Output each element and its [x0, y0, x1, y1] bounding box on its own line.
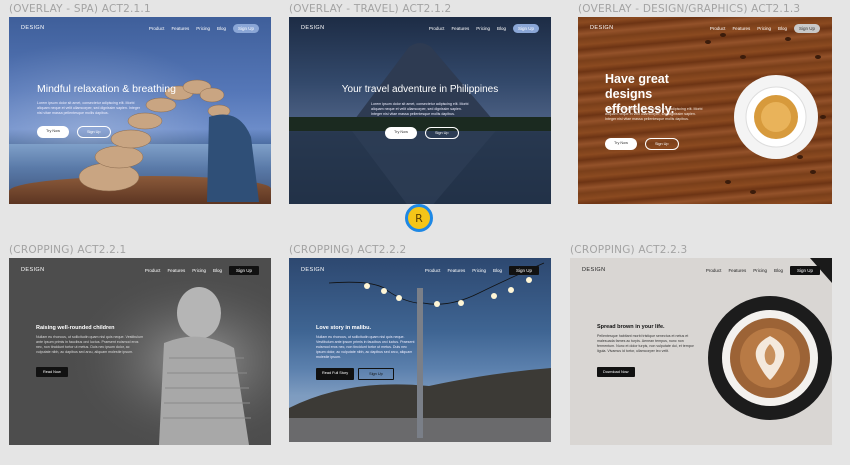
- navbar: DESIGN Product Features Pricing Blog Sig…: [570, 258, 832, 282]
- hero-buttons: Download Now: [597, 367, 635, 377]
- signup-button[interactable]: Sign Up: [793, 23, 820, 33]
- read-now-button[interactable]: Read Now: [36, 367, 68, 377]
- hero-body: Lorem ipsum dolor sit amet, consectetur …: [605, 107, 703, 121]
- user-avatar[interactable]: R: [405, 204, 433, 232]
- nav-pricing[interactable]: Pricing: [196, 26, 210, 31]
- nav-blog[interactable]: Blog: [774, 268, 783, 273]
- hero-buttons: Try Now Sign Up: [37, 126, 111, 138]
- nav-features[interactable]: Features: [167, 268, 185, 273]
- hero-body: Lorem ipsum dolor sit amet, consectetur …: [371, 102, 469, 116]
- nav-blog[interactable]: Blog: [497, 26, 506, 31]
- nav-product[interactable]: Product: [425, 268, 441, 273]
- hero-body: Nullam eu rhoncus, ut sollicitudin quam …: [316, 335, 415, 359]
- nav-product[interactable]: Product: [145, 268, 161, 273]
- logo[interactable]: DESIGN: [301, 25, 325, 31]
- hero-title: Spread brown in your life.: [597, 324, 665, 330]
- frame-design[interactable]: DESIGN Product Features Pricing Blog Sig…: [578, 17, 832, 204]
- nav-links: Product Features Pricing Blog Sign Up: [706, 265, 820, 275]
- nav-features[interactable]: Features: [451, 26, 469, 31]
- hero-title: Love story in malibu.: [316, 325, 372, 331]
- logo[interactable]: DESIGN: [301, 267, 325, 273]
- nav-blog[interactable]: Blog: [493, 268, 502, 273]
- hero-title: Raising well-rounded children: [36, 325, 115, 331]
- download-now-button[interactable]: Download Now: [597, 367, 635, 377]
- frame-label-travel[interactable]: (OVERLAY - TRAVEL) ACT2.1.2: [289, 3, 451, 15]
- nav-links: Product Features Pricing Blog Sign Up: [710, 23, 820, 33]
- nav-pricing[interactable]: Pricing: [476, 26, 490, 31]
- nav-links: Product Features Pricing Blog Sign Up: [429, 23, 539, 33]
- signup-button[interactable]: Sign Up: [789, 265, 820, 275]
- hero-buttons: Read Now: [36, 367, 68, 377]
- frame-travel[interactable]: DESIGN Product Features Pricing Blog Sig…: [289, 17, 551, 204]
- hero-buttons: Try Now Sign Up: [605, 138, 679, 150]
- frame-children[interactable]: DESIGN Product Features Pricing Blog Sig…: [9, 258, 271, 445]
- sign-up-button[interactable]: Sign Up: [358, 368, 394, 380]
- nav-pricing[interactable]: Pricing: [472, 268, 486, 273]
- nav-pricing[interactable]: Pricing: [192, 268, 206, 273]
- try-now-button[interactable]: Try Now: [605, 138, 637, 150]
- sign-up-button[interactable]: Sign Up: [425, 127, 459, 139]
- navbar: DESIGN Product Features Pricing Blog Sig…: [9, 258, 271, 282]
- hero-body: Lorem ipsum dolor sit amet, consectetur …: [37, 101, 141, 115]
- nav-blog[interactable]: Blog: [217, 26, 226, 31]
- nav-pricing[interactable]: Pricing: [757, 26, 771, 31]
- frame-label-spa[interactable]: (OVERLAY - SPA) ACT2.1.1: [9, 3, 151, 15]
- logo[interactable]: DESIGN: [21, 25, 45, 31]
- nav-features[interactable]: Features: [171, 26, 189, 31]
- hero-buttons: Try Now Sign Up: [385, 127, 459, 139]
- sign-up-button[interactable]: Sign Up: [645, 138, 679, 150]
- signup-button[interactable]: Sign Up: [508, 265, 539, 275]
- logo[interactable]: DESIGN: [590, 25, 614, 31]
- navbar: DESIGN Product Features Pricing Blog Sig…: [289, 17, 551, 39]
- hero-body: Nullam eu rhoncus, ut sollicitudin quam …: [36, 335, 144, 354]
- hero-body: Pellentesque habitant morbi tristique se…: [597, 334, 694, 353]
- frame-malibu[interactable]: DESIGN Product Features Pricing Blog Sig…: [289, 258, 551, 442]
- nav-product[interactable]: Product: [706, 268, 722, 273]
- nav-pricing[interactable]: Pricing: [753, 268, 767, 273]
- nav-links: Product Features Pricing Blog Sign Up: [149, 23, 259, 33]
- nav-features[interactable]: Features: [728, 268, 746, 273]
- logo[interactable]: DESIGN: [21, 267, 45, 273]
- hero-title: Your travel adventure in Philippines: [341, 84, 499, 95]
- hero-title: Mindful relaxation & breathing: [37, 83, 176, 95]
- signup-button[interactable]: Sign Up: [228, 265, 259, 275]
- signup-button[interactable]: Sign Up: [512, 23, 539, 33]
- try-now-button[interactable]: Try Now: [37, 126, 69, 138]
- nav-product[interactable]: Product: [429, 26, 445, 31]
- sign-up-button[interactable]: Sign Up: [77, 126, 111, 138]
- navbar: DESIGN Product Features Pricing Blog Sig…: [289, 258, 551, 282]
- nav-links: Product Features Pricing Blog Sign Up: [145, 265, 259, 275]
- hero-buttons: Read Full Story Sign Up: [316, 368, 394, 380]
- nav-product[interactable]: Product: [149, 26, 165, 31]
- nav-product[interactable]: Product: [710, 26, 726, 31]
- try-now-button[interactable]: Try Now: [385, 127, 417, 139]
- frame-coffee[interactable]: DESIGN Product Features Pricing Blog Sig…: [570, 258, 832, 445]
- signup-button[interactable]: Sign Up: [232, 23, 259, 33]
- frame-label-children[interactable]: (CROPPING) ACT2.2.1: [9, 244, 126, 256]
- read-full-story-button[interactable]: Read Full Story: [316, 368, 355, 380]
- frame-label-design[interactable]: (OVERLAY - DESIGN/GRAPHICS) ACT2.1.3: [578, 3, 800, 15]
- nav-links: Product Features Pricing Blog Sign Up: [425, 265, 539, 275]
- frame-label-malibu[interactable]: (CROPPING) ACT2.2.2: [289, 244, 406, 256]
- navbar: DESIGN Product Features Pricing Blog Sig…: [578, 17, 832, 39]
- frame-spa[interactable]: DESIGN Product Features Pricing Blog Sig…: [9, 17, 271, 204]
- frame-label-coffee[interactable]: (CROPPING) ACT2.2.3: [570, 244, 687, 256]
- nav-features[interactable]: Features: [732, 26, 750, 31]
- nav-blog[interactable]: Blog: [213, 268, 222, 273]
- navbar: DESIGN Product Features Pricing Blog Sig…: [9, 17, 271, 39]
- nav-blog[interactable]: Blog: [778, 26, 787, 31]
- nav-features[interactable]: Features: [447, 268, 465, 273]
- logo[interactable]: DESIGN: [582, 267, 606, 273]
